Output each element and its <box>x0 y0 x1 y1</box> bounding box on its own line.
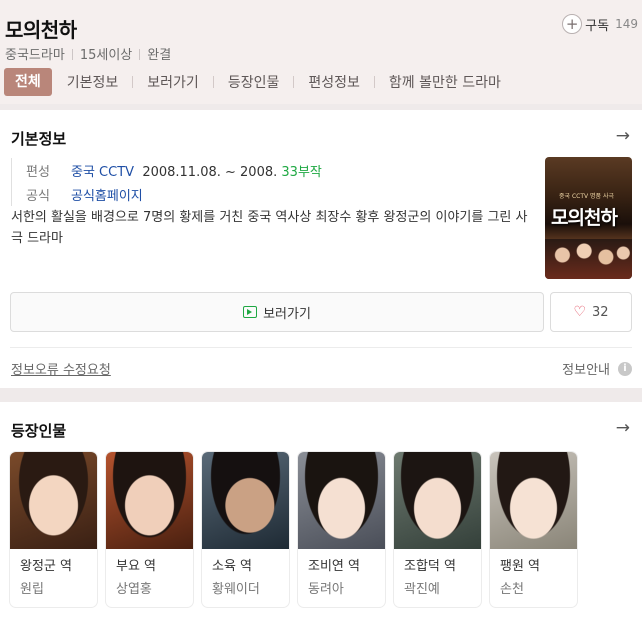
heart-icon: ♡ <box>573 304 586 320</box>
cast-photo <box>298 452 385 549</box>
poster-title: 모의천하 <box>551 207 618 229</box>
watch-label: 보러가기 <box>263 306 311 322</box>
subscribe-count: 149 <box>615 17 638 31</box>
cast-item[interactable]: 조합덕 역 곽진예 <box>394 452 481 607</box>
plus-icon: + <box>562 14 583 34</box>
cast-role: 조합덕 역 <box>404 559 456 574</box>
cast-actor: 황웨이더 <box>212 582 260 597</box>
poster-image[interactable]: 중국 CCTV 명품 사극 모의천하 <box>545 157 632 279</box>
drama-meta: 중국드라마 15세이상 완결 <box>5 44 171 63</box>
info-guide-button[interactable]: 정보안내 i <box>562 359 632 378</box>
official-label: 공식 <box>26 188 50 204</box>
cast-photo <box>10 452 97 549</box>
meta-genre: 중국드라마 <box>5 48 65 63</box>
cast-card: 등장인물 → 왕정군 역 원립 부요 역 상엽홍 소육 역 황웨이더 조비연 역… <box>0 402 642 625</box>
cast-photo <box>202 452 289 549</box>
info-list: 편성 중국 CCTV 2008.11.08. ~ 2008. 33부작 공식 공… <box>11 158 322 206</box>
play-icon <box>243 306 258 318</box>
episode-count: 33부작 <box>281 164 322 180</box>
subscribe-button[interactable]: + 구독 149 <box>562 14 638 34</box>
cast-item[interactable]: 팽원 역 손천 <box>490 452 577 607</box>
meta-divider <box>71 49 73 60</box>
cast-actor: 손천 <box>500 582 524 597</box>
cast-photo <box>394 452 481 549</box>
tab-cast[interactable]: 등장인물 <box>214 72 294 92</box>
basic-info-card: 기본정보 → 편성 중국 CCTV 2008.11.08. ~ 2008. 33… <box>0 110 642 388</box>
tab-watch[interactable]: 보러가기 <box>133 72 213 92</box>
cast-actor: 동려아 <box>308 582 344 597</box>
schedule-label: 편성 <box>26 164 50 180</box>
arrow-right-icon[interactable]: → <box>616 126 630 146</box>
drama-header: 모의천하 중국드라마 15세이상 완결 + 구독 149 전체 기본정보 보러가기 … <box>0 0 642 104</box>
schedule-value: 중국 CCTV 2008.11.08. ~ 2008. 33부작 <box>71 161 322 180</box>
info-guide-label: 정보안내 <box>562 363 610 378</box>
cast-list: 왕정군 역 원립 부요 역 상엽홍 소육 역 황웨이더 조비연 역 동려아 조합… <box>10 452 577 607</box>
cast-actor: 상엽홍 <box>116 582 152 597</box>
tab-schedule[interactable]: 편성정보 <box>294 72 374 92</box>
tab-basic-info[interactable]: 기본정보 <box>53 72 133 92</box>
cast-item[interactable]: 소육 역 황웨이더 <box>202 452 289 607</box>
synopsis: 서한의 활실을 배경으로 7명의 황제를 거친 중국 역사상 최장수 황후 왕정… <box>11 210 528 246</box>
poster-figures <box>545 239 632 279</box>
report-error-link[interactable]: 정보오류 수정요청 <box>11 359 111 378</box>
like-count: 32 <box>592 304 609 320</box>
poster-subtitle: 중국 CCTV 명품 사극 <box>559 193 614 200</box>
cast-item[interactable]: 부요 역 상엽홍 <box>106 452 193 607</box>
tab-all[interactable]: 전체 <box>4 68 52 96</box>
official-homepage-link[interactable]: 공식홈페이지 <box>71 189 143 204</box>
page-title: 모의천하 <box>5 18 77 42</box>
meta-rating: 15세이상 <box>79 48 133 63</box>
meta-status: 완결 <box>147 48 172 63</box>
info-icon: i <box>618 361 632 376</box>
meta-divider <box>139 49 141 60</box>
cast-item[interactable]: 왕정군 역 원립 <box>10 452 97 607</box>
broadcast-period: 2008.11.08. ~ 2008. <box>142 164 278 180</box>
channel-link[interactable]: 중국 CCTV <box>71 165 134 180</box>
cast-photo <box>106 452 193 549</box>
divider <box>10 347 632 348</box>
cast-item[interactable]: 조비연 역 동려아 <box>298 452 385 607</box>
basic-info-title: 기본정보 <box>11 130 67 148</box>
cast-role: 조비연 역 <box>308 559 360 574</box>
tab-bar: 전체 기본정보 보러가기 등장인물 편성정보 함께 볼만한 드라마 <box>4 68 515 96</box>
cast-role: 팽원 역 <box>500 559 541 574</box>
arrow-right-icon[interactable]: → <box>616 418 630 438</box>
cast-role: 소육 역 <box>212 559 253 574</box>
cast-actor: 곽진예 <box>404 582 440 597</box>
cast-role: 왕정군 역 <box>20 559 72 574</box>
official-row: 공식 공식홈페이지 <box>26 182 322 206</box>
cast-photo <box>490 452 577 549</box>
cast-role: 부요 역 <box>116 559 157 574</box>
tab-related[interactable]: 함께 볼만한 드라마 <box>375 72 515 92</box>
watch-button[interactable]: 보러가기 <box>10 292 544 332</box>
like-button[interactable]: ♡ 32 <box>550 292 632 332</box>
schedule-row: 편성 중국 CCTV 2008.11.08. ~ 2008. 33부작 <box>26 158 322 182</box>
subscribe-label: 구독 <box>585 18 610 34</box>
cast-title: 등장인물 <box>11 422 67 440</box>
cast-actor: 원립 <box>20 582 44 597</box>
